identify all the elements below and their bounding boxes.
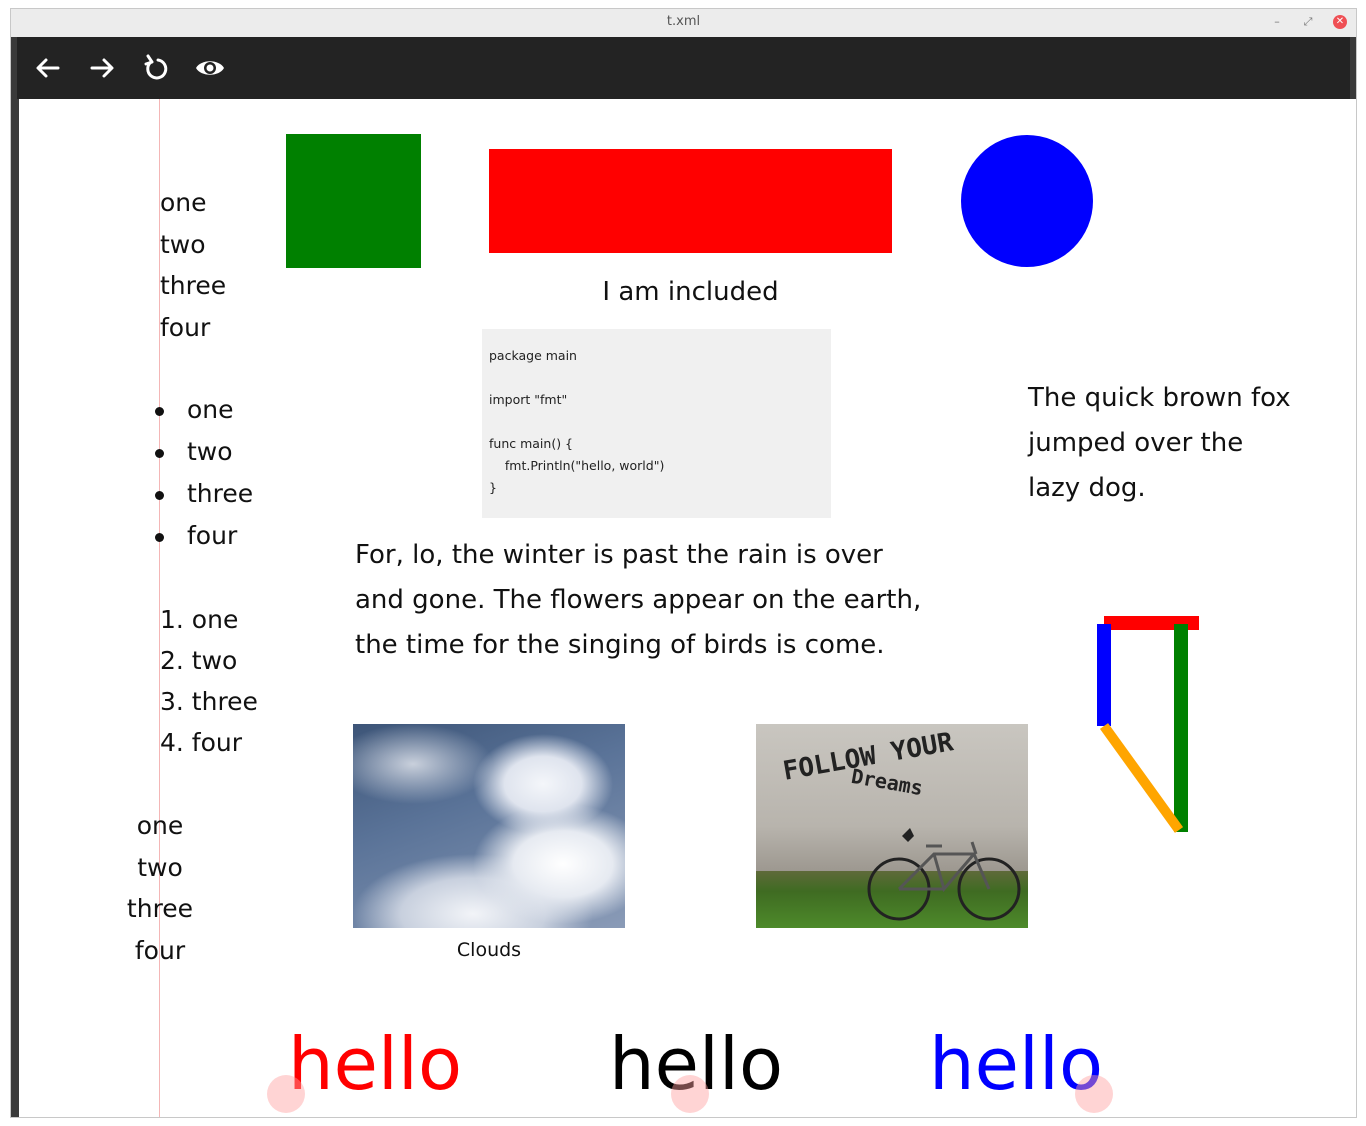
included-text: I am included: [602, 277, 779, 307]
clouds-caption: Clouds: [456, 939, 522, 961]
toolbar: [11, 37, 1356, 99]
list-item: two: [155, 431, 253, 473]
list-item: one: [155, 389, 253, 431]
preview-button[interactable]: [193, 51, 227, 85]
plain-list: one two three four: [160, 182, 226, 348]
eye-icon: [196, 61, 224, 75]
code-line: func main() {: [489, 436, 574, 451]
fox-line: The quick brown fox: [1028, 383, 1291, 413]
hello-red: hello: [288, 1022, 462, 1106]
code-line: import "fmt": [489, 392, 568, 407]
ordered-list: 1. one 2. two 3. three 4. four: [160, 599, 258, 763]
list-item: 3. three: [160, 687, 258, 716]
list-item: three: [155, 473, 253, 515]
list-item: two: [137, 852, 183, 882]
verse-paragraph: For, lo, the winter is past the rain is …: [355, 533, 921, 668]
blue-circle: [961, 135, 1093, 267]
list-item: three: [160, 271, 227, 300]
back-button[interactable]: [31, 51, 65, 85]
verse-line: For, lo, the winter is past the rain is …: [355, 540, 883, 570]
code-line: package main: [489, 348, 577, 363]
bicycle-icon: [867, 828, 1021, 921]
graffiti-text: Dreams: [849, 763, 925, 801]
window-title: t.xml: [666, 14, 701, 29]
anchor-marker: [1075, 1075, 1113, 1113]
bullet-icon: [155, 491, 164, 500]
bullet-icon: [155, 449, 164, 458]
anchor-marker: [671, 1075, 709, 1113]
reload-button[interactable]: [139, 51, 173, 85]
list-item: three: [126, 894, 194, 923]
forward-button[interactable]: [85, 51, 119, 85]
arrow-left-icon: [36, 58, 60, 78]
green-square: [286, 134, 421, 268]
maximize-button[interactable]: ⤢: [1301, 15, 1315, 29]
list-item: four: [160, 312, 211, 342]
clouds-image: [353, 724, 625, 928]
document-view: one two three four one two three four 1.…: [11, 99, 1356, 1117]
list-item: 2. two: [160, 646, 238, 675]
list-item: four: [134, 935, 186, 965]
anchor-marker: [267, 1075, 305, 1113]
red-rectangle: [489, 149, 892, 253]
reload-icon: [144, 54, 168, 80]
minimize-button[interactable]: –: [1270, 15, 1284, 29]
title-bar: t.xml – ⤢ ✕: [11, 9, 1356, 38]
list-item: one: [136, 811, 184, 840]
list-item: 1. one: [160, 605, 239, 634]
code-block: package main import "fmt" func main() { …: [482, 329, 831, 518]
line-shape-drawing: [1097, 616, 1199, 833]
code-line: }: [489, 480, 497, 495]
list-item: two: [160, 229, 206, 259]
verse-line: and gone. The flowers appear on the eart…: [355, 585, 922, 615]
list-item: one: [160, 188, 207, 217]
verse-line: the time for the singing of birds is com…: [355, 630, 885, 660]
bullet-icon: [155, 533, 164, 542]
centered-list: one two three four: [105, 805, 215, 971]
fox-line: lazy dog.: [1028, 473, 1146, 503]
arrow-right-icon: [90, 58, 114, 78]
bullet-list: one two three four: [155, 389, 253, 557]
list-item: four: [155, 515, 253, 557]
close-button[interactable]: ✕: [1333, 15, 1347, 29]
code-line: fmt.Println("hello, world"): [489, 458, 665, 473]
fox-paragraph: The quick brown fox jumped over the lazy…: [1028, 376, 1291, 511]
bullet-icon: [155, 407, 164, 416]
app-window: t.xml – ⤢ ✕ one two three four one two t…: [10, 8, 1357, 1118]
fox-line: jumped over the: [1028, 428, 1244, 458]
graffiti-bicycle-image: FOLLOW YOUR Dreams: [756, 724, 1028, 928]
list-item: 4. four: [160, 728, 243, 757]
